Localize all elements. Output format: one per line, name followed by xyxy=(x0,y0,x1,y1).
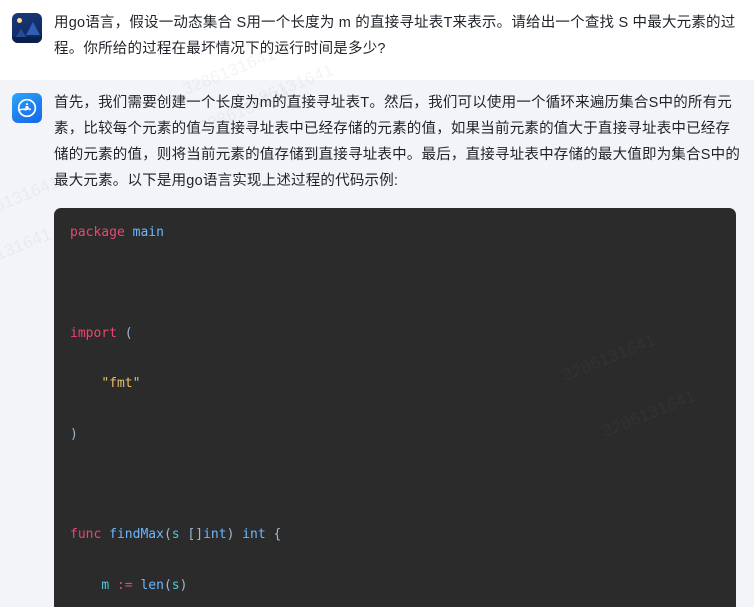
code-content: package main import ( "fmt" ) func findM… xyxy=(54,220,736,607)
code-token: m xyxy=(101,577,110,593)
code-line: "fmt" xyxy=(70,371,720,396)
code-token: main xyxy=(132,225,164,240)
assistant-message-body: 首先，我们需要创建一个长度为m的直接寻址表T。然后，我们可以使用一个循环来遍历集… xyxy=(42,90,748,607)
code-line: ) xyxy=(70,422,720,447)
message-assistant: 首先，我们需要创建一个长度为m的直接寻址表T。然后，我们可以使用一个循环来遍历集… xyxy=(0,80,754,607)
message-user: 用go语言，假设一动态集合 S用一个长度为 m 的直接寻址表T来表示。请给出一个… xyxy=(0,0,754,80)
moon-icon xyxy=(17,18,22,23)
code-token: int xyxy=(242,527,266,543)
code-line: m := len(s) xyxy=(70,573,720,598)
code-line: import ( xyxy=(70,321,720,346)
code-token: func xyxy=(70,527,102,543)
chat-page: 3286131641 3286131641 3286131641 3286131… xyxy=(0,0,754,607)
code-token: s xyxy=(171,527,180,543)
code-line: func findMax(s []int) int { xyxy=(70,522,720,547)
mountain-icon xyxy=(26,22,40,35)
code-token: { xyxy=(273,527,282,543)
user-avatar-icon[interactable] xyxy=(12,13,42,43)
code-token: ( xyxy=(163,577,172,593)
assistant-avatar-icon[interactable] xyxy=(12,93,42,123)
code-token: := xyxy=(116,577,133,593)
assistant-message-text: 首先，我们需要创建一个长度为m的直接寻址表T。然后，我们可以使用一个循环来遍历集… xyxy=(54,95,741,189)
code-token: ( xyxy=(124,325,133,341)
code-token: findMax xyxy=(109,527,164,543)
code-block[interactable]: package main import ( "fmt" ) func findM… xyxy=(54,208,736,607)
ground-shape xyxy=(12,37,42,43)
code-token: "fmt" xyxy=(101,376,141,392)
user-message-body: 用go语言，假设一动态集合 S用一个长度为 m 的直接寻址表T来表示。请给出一个… xyxy=(42,10,748,62)
code-token: [] xyxy=(187,527,204,543)
code-token: ) xyxy=(70,426,78,442)
code-token: int xyxy=(203,527,227,543)
user-message-text: 用go语言，假设一动态集合 S用一个长度为 m 的直接寻址表T来表示。请给出一个… xyxy=(54,15,736,57)
assistant-logo-icon xyxy=(17,98,37,118)
code-line: package main xyxy=(70,220,720,245)
code-token: ( xyxy=(163,527,172,543)
code-token: package xyxy=(70,225,125,240)
code-token: import xyxy=(70,325,117,341)
code-token: len xyxy=(140,577,164,593)
code-token: ) xyxy=(179,577,188,593)
code-token: s xyxy=(171,577,180,593)
